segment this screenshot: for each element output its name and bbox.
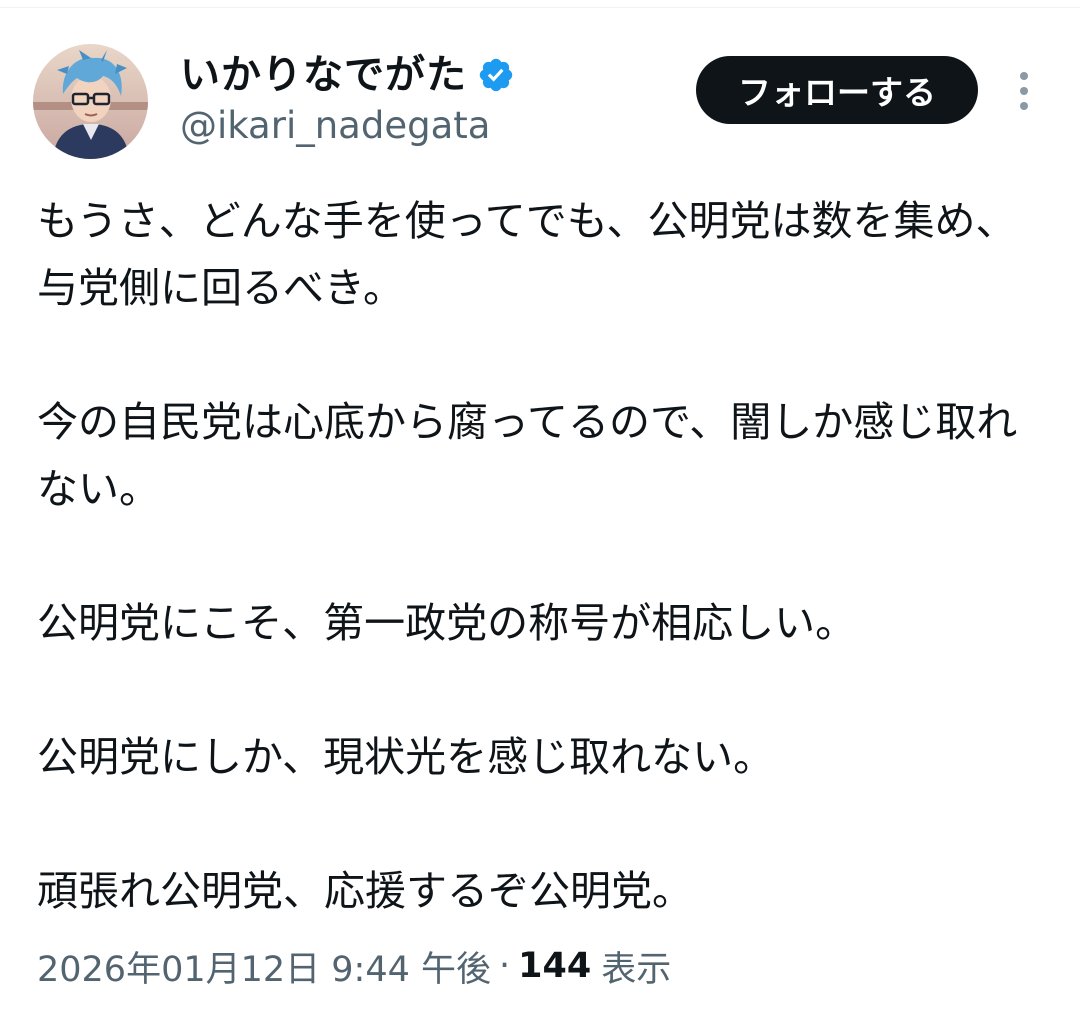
tweet-text: もうさ、どんな手を使ってでも、公明党は数を集め、与党側に回るべき。 今の自民党は… [37,188,1057,925]
tweet-timestamp[interactable]: 2026年01月12日 9:44 午後 [37,941,491,992]
tweet-paragraph: 頑張れ公明党、応援するぞ公明党。 [37,867,693,915]
top-divider [0,0,1080,8]
tweet-paragraph: 公明党にこそ、第一政党の称号が相応しい。 [37,599,857,647]
meta-separator: · [499,946,511,986]
views-count: 144 [518,946,592,986]
vertical-ellipsis-icon [1020,72,1028,110]
follow-button[interactable]: フォローする [696,56,978,124]
tweet-paragraph: 今の自民党は心底から腐ってるので、闇しか感じ取れない。 [37,398,1018,513]
avatar[interactable] [33,44,148,159]
author-handle[interactable]: @ikari_nadegata [180,100,490,152]
views-label: 表示 [601,949,672,990]
tweet-paragraph: 公明党にしか、現状光を感じ取れない。 [37,733,775,781]
author-name-row[interactable]: いかりなでがた [180,46,515,104]
more-options-button[interactable] [1000,66,1048,116]
author-display-name[interactable]: いかりなでがた [180,46,467,104]
tweet-paragraph: もうさ、どんな手を使ってでも、公明党は数を集め、与党側に回るべき。 [37,197,1017,312]
tweet-meta: 2026年01月12日 9:44 午後 · 144 表示 [37,936,671,996]
verified-badge-icon[interactable] [477,56,515,94]
avatar-image [33,44,148,159]
